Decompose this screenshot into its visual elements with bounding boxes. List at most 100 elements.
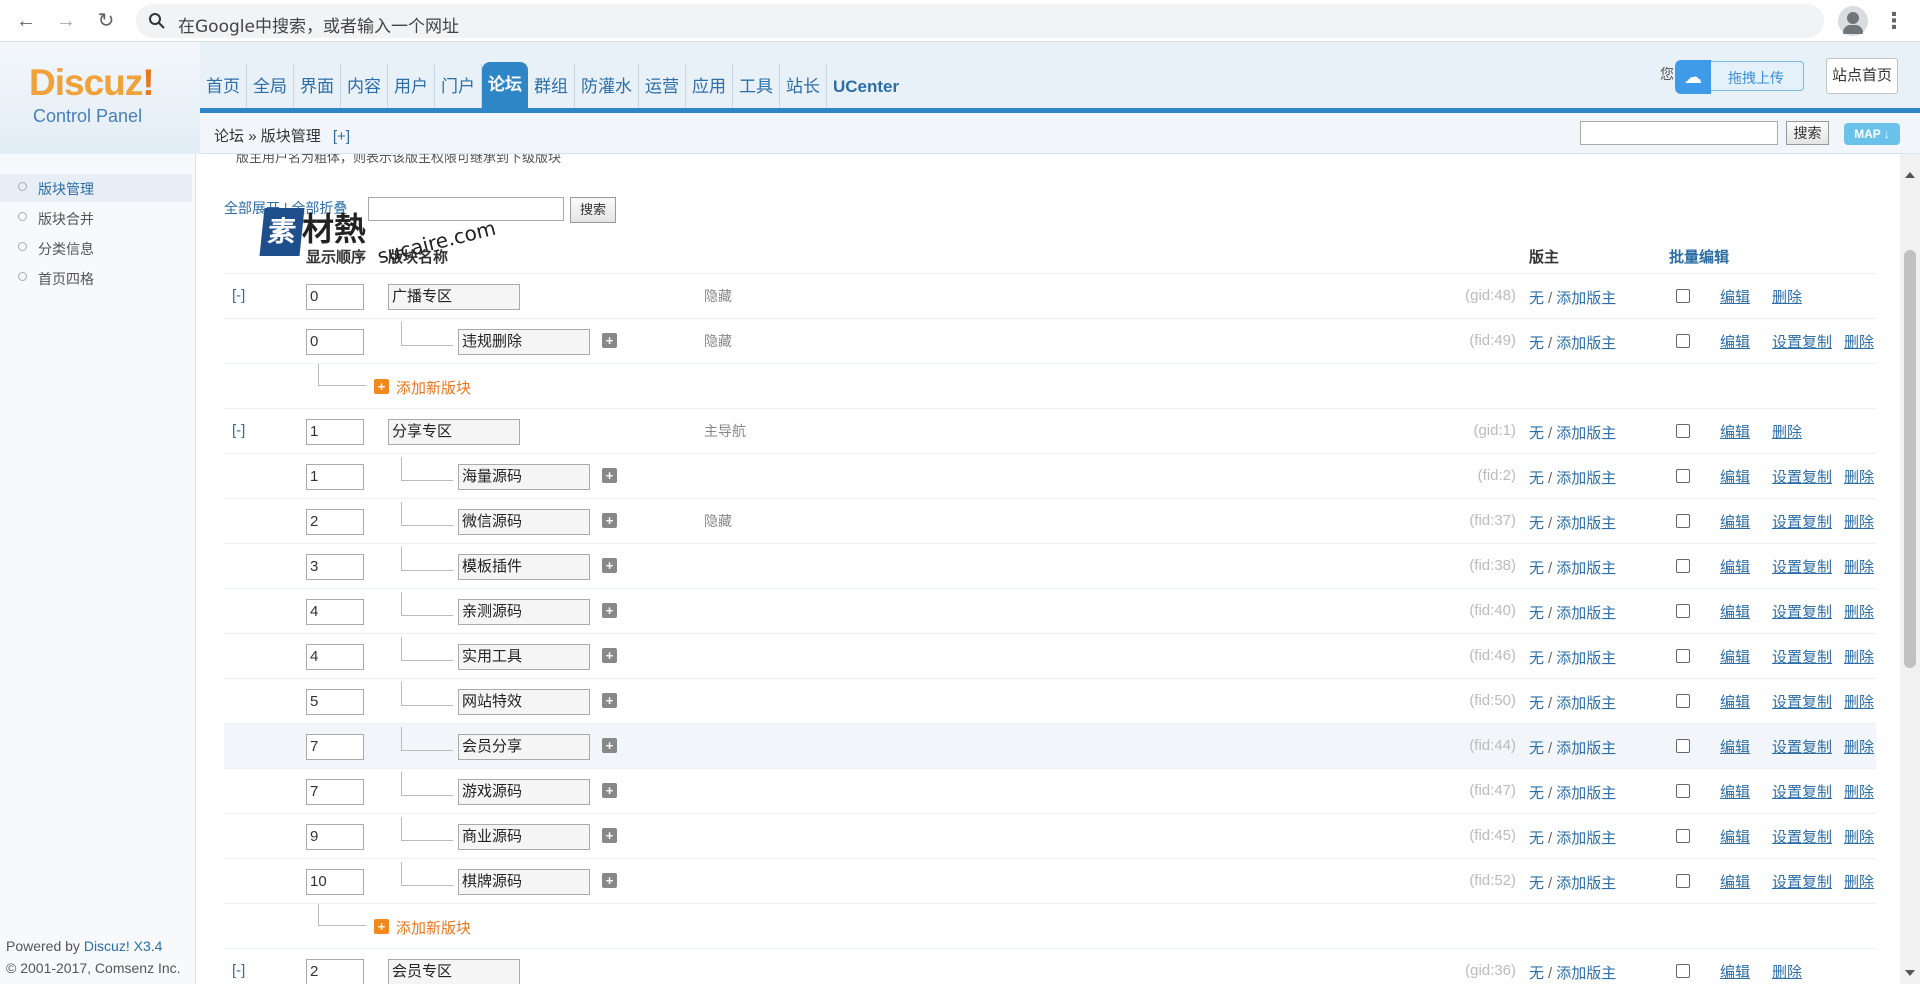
- forum-name-input[interactable]: 海量源码: [458, 464, 590, 490]
- forum-filter-input[interactable]: [368, 197, 564, 221]
- batch-checkbox[interactable]: [1676, 334, 1690, 348]
- nav-tab[interactable]: 工具: [733, 64, 780, 110]
- nav-tab[interactable]: 首页: [200, 64, 247, 110]
- edit-link[interactable]: 编辑: [1720, 556, 1750, 577]
- forum-name-input[interactable]: 商业源码: [458, 824, 590, 850]
- edit-link[interactable]: 编辑: [1720, 466, 1750, 487]
- add-moderator-link[interactable]: 添加版主: [1556, 965, 1616, 982]
- map-button[interactable]: MAP ↓: [1844, 123, 1900, 145]
- reload-icon[interactable]: ↻: [92, 7, 120, 35]
- batch-checkbox[interactable]: [1676, 739, 1690, 753]
- logo[interactable]: Discuz! Control Panel: [0, 42, 200, 154]
- add-subforum-icon[interactable]: +: [602, 648, 617, 663]
- edit-link[interactable]: 编辑: [1720, 511, 1750, 532]
- sidebar-item-forum-merge[interactable]: 版块合并: [0, 204, 192, 232]
- nav-tab[interactable]: 群组: [528, 64, 575, 110]
- nav-tab[interactable]: 内容: [341, 64, 388, 110]
- site-home-button[interactable]: 站点首页: [1826, 58, 1898, 94]
- delete-link[interactable]: 删除: [1772, 421, 1802, 442]
- copy-settings-link[interactable]: 设置复制: [1772, 331, 1832, 352]
- copy-settings-link[interactable]: 设置复制: [1772, 736, 1832, 757]
- add-subforum-icon[interactable]: +: [602, 693, 617, 708]
- add-moderator-link[interactable]: 添加版主: [1556, 470, 1616, 487]
- edit-link[interactable]: 编辑: [1720, 331, 1750, 352]
- discuz-link[interactable]: Discuz! X3.4: [84, 938, 163, 954]
- add-moderator-link[interactable]: 添加版主: [1556, 740, 1616, 757]
- edit-link[interactable]: 编辑: [1720, 781, 1750, 802]
- add-subforum-icon[interactable]: +: [602, 783, 617, 798]
- add-moderator-link[interactable]: 添加版主: [1556, 605, 1616, 622]
- batch-checkbox[interactable]: [1676, 514, 1690, 528]
- display-order-input[interactable]: 7: [306, 779, 364, 805]
- edit-link[interactable]: 编辑: [1720, 826, 1750, 847]
- add-moderator-link[interactable]: 添加版主: [1556, 785, 1616, 802]
- nav-tab[interactable]: 站长: [780, 64, 827, 110]
- add-subforum-icon[interactable]: +: [602, 513, 617, 528]
- batch-checkbox[interactable]: [1676, 604, 1690, 618]
- nav-tab[interactable]: 门户: [435, 64, 482, 110]
- collapse-toggle[interactable]: [-]: [232, 422, 245, 439]
- edit-link[interactable]: 编辑: [1720, 736, 1750, 757]
- add-subforum-icon[interactable]: +: [602, 603, 617, 618]
- add-subforum-icon[interactable]: +: [602, 333, 617, 348]
- batch-edit-link[interactable]: 批量编辑: [1669, 246, 1729, 267]
- group-name-input[interactable]: 广播专区: [388, 284, 520, 310]
- sidebar-item-forum-manage[interactable]: 版块管理: [0, 174, 192, 202]
- copy-settings-link[interactable]: 设置复制: [1772, 466, 1832, 487]
- edit-link[interactable]: 编辑: [1720, 961, 1750, 982]
- copy-settings-link[interactable]: 设置复制: [1772, 601, 1832, 622]
- arrow-left-icon[interactable]: ←: [12, 7, 40, 35]
- batch-checkbox[interactable]: [1676, 784, 1690, 798]
- delete-link[interactable]: 删除: [1844, 331, 1874, 352]
- batch-checkbox[interactable]: [1676, 469, 1690, 483]
- delete-link[interactable]: 删除: [1844, 556, 1874, 577]
- nav-tab[interactable]: 应用: [686, 64, 733, 110]
- nav-tab[interactable]: 全局: [247, 64, 294, 110]
- copy-settings-link[interactable]: 设置复制: [1772, 646, 1832, 667]
- delete-link[interactable]: 删除: [1772, 961, 1802, 982]
- add-subforum-icon[interactable]: +: [602, 468, 617, 483]
- display-order-input[interactable]: 0: [306, 284, 364, 310]
- copy-settings-link[interactable]: 设置复制: [1772, 781, 1832, 802]
- display-order-input[interactable]: 3: [306, 554, 364, 580]
- add-subforum-icon[interactable]: +: [602, 558, 617, 573]
- add-moderator-link[interactable]: 添加版主: [1556, 560, 1616, 577]
- page-scrollbar[interactable]: [1900, 154, 1920, 984]
- copy-settings-link[interactable]: 设置复制: [1772, 826, 1832, 847]
- arrow-right-icon[interactable]: →: [52, 7, 80, 35]
- add-moderator-link[interactable]: 添加版主: [1556, 650, 1616, 667]
- edit-link[interactable]: 编辑: [1720, 286, 1750, 307]
- forum-name-input[interactable]: 违规删除: [458, 329, 590, 355]
- forum-name-input[interactable]: 实用工具: [458, 644, 590, 670]
- nav-tab[interactable]: 用户: [388, 64, 435, 110]
- add-moderator-link[interactable]: 添加版主: [1556, 335, 1616, 352]
- delete-link[interactable]: 删除: [1772, 286, 1802, 307]
- add-moderator-link[interactable]: 添加版主: [1556, 515, 1616, 532]
- display-order-input[interactable]: 2: [306, 509, 364, 535]
- add-subforum-icon[interactable]: +: [602, 873, 617, 888]
- add-subforum-icon[interactable]: +: [602, 828, 617, 843]
- delete-link[interactable]: 删除: [1844, 871, 1874, 892]
- add-subforum-icon[interactable]: +: [602, 738, 617, 753]
- sidebar-item-thread-types[interactable]: 分类信息: [0, 234, 192, 262]
- batch-checkbox[interactable]: [1676, 559, 1690, 573]
- display-order-input[interactable]: 1: [306, 419, 364, 445]
- display-order-input[interactable]: 0: [306, 329, 364, 355]
- expand-collapse-links[interactable]: 全部展开 | 全部折叠: [224, 198, 347, 218]
- copy-settings-link[interactable]: 设置复制: [1772, 511, 1832, 532]
- edit-link[interactable]: 编辑: [1720, 646, 1750, 667]
- collapse-toggle[interactable]: [-]: [232, 287, 245, 304]
- nav-tab[interactable]: 界面: [294, 64, 341, 110]
- nav-tab[interactable]: 运营: [639, 64, 686, 110]
- add-forum-link[interactable]: 添加新版块: [396, 917, 471, 938]
- copy-settings-link[interactable]: 设置复制: [1772, 556, 1832, 577]
- delete-link[interactable]: 删除: [1844, 781, 1874, 802]
- admin-search-button[interactable]: 搜索: [1786, 121, 1829, 145]
- delete-link[interactable]: 删除: [1844, 466, 1874, 487]
- admin-search-input[interactable]: [1580, 121, 1778, 145]
- batch-checkbox[interactable]: [1676, 829, 1690, 843]
- edit-link[interactable]: 编辑: [1720, 871, 1750, 892]
- batch-checkbox[interactable]: [1676, 874, 1690, 888]
- display-order-input[interactable]: 10: [306, 869, 364, 895]
- more-menu-icon[interactable]: ⋮: [1880, 6, 1908, 36]
